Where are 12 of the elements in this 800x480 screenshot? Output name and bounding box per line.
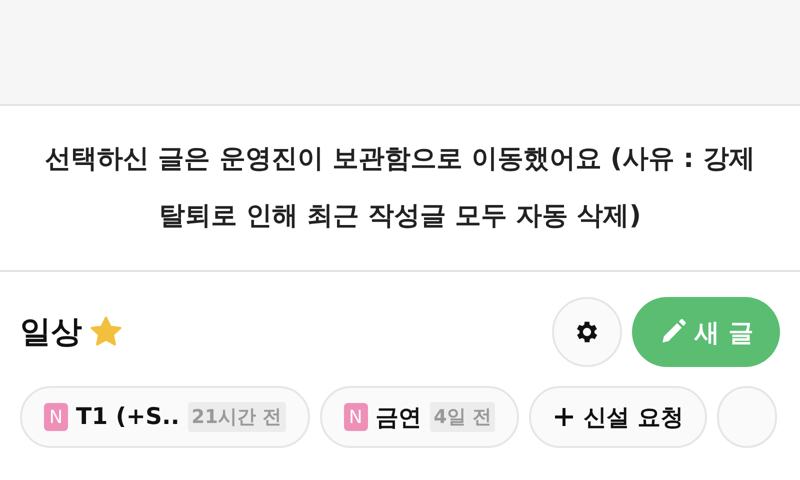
chip-label: T1 (+S.. bbox=[76, 404, 180, 430]
request-board-button[interactable]: 신설 요청 bbox=[529, 386, 708, 448]
notice-message: 선택하신 글은 운영진이 보관함으로 이동했어요 (사유 : 강제 탈퇴로 인해 최근 작성글 모두 자동 삭제) bbox=[44, 143, 756, 233]
plus-icon bbox=[553, 406, 576, 428]
new-badge: N bbox=[344, 403, 368, 431]
board-chip[interactable]: N 금연 4일 전 bbox=[320, 386, 520, 448]
new-badge: N bbox=[44, 403, 68, 431]
board-chip[interactable]: N T1 (+S.. 21시간 전 bbox=[20, 386, 310, 448]
time-tag: 21시간 전 bbox=[188, 402, 286, 432]
chip-label: 금연 bbox=[376, 404, 422, 432]
board-title: 일상 bbox=[20, 313, 82, 352]
time-tag: 4일 전 bbox=[430, 402, 496, 432]
